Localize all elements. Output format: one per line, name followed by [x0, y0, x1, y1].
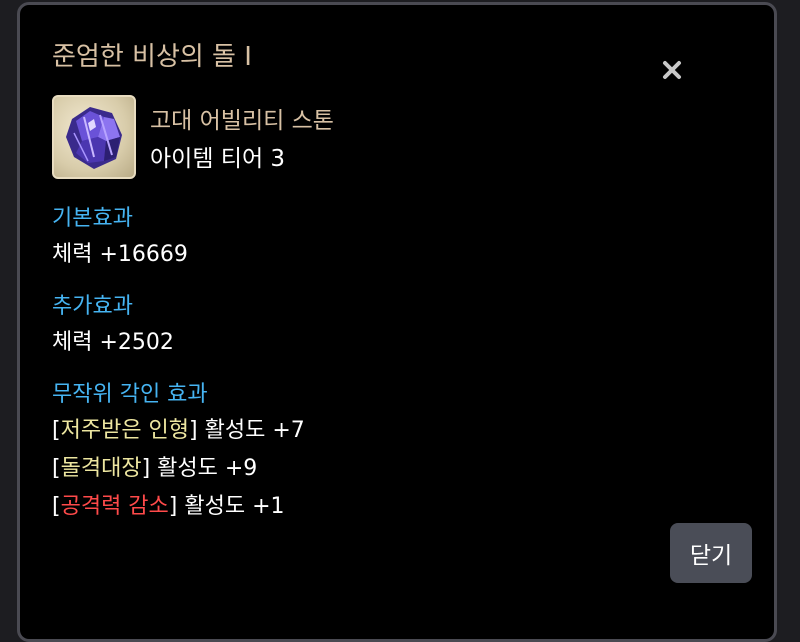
random-engraving-heading: 무작위 각인 효과 [52, 382, 208, 407]
dialog-title: 준엄한 비상의 돌 I [52, 42, 252, 72]
engraving-value: +9 [224, 456, 258, 481]
engraving-value: +7 [272, 418, 305, 443]
close-icon-glyph [663, 61, 681, 79]
close-icon[interactable] [659, 57, 685, 83]
item-tooltip-dialog: 준엄한 비상의 돌 I 고대 어빌리티 스톤 아이템 티어 3 기본효과 체력 … [17, 2, 777, 642]
engraving-name: 돌격대장 [60, 456, 142, 481]
basic-effect-stat: 체력 +16669 [52, 241, 188, 269]
stat-label: 체력 [52, 330, 93, 355]
item-name: 고대 어빌리티 스톤 [150, 108, 334, 134]
basic-effect-heading: 기본효과 [52, 206, 133, 231]
additional-effect-heading: 추가효과 [52, 294, 133, 319]
engraving-value: +1 [252, 494, 285, 519]
stat-value: +2502 [99, 330, 174, 355]
item-tier: 아이템 티어 3 [150, 146, 286, 172]
engraving-row: [저주받은 인형] 활성도 +7 [52, 418, 305, 443]
engraving-row: [돌격대장] 활성도 +9 [52, 456, 258, 481]
stat-value: +16669 [99, 242, 188, 267]
engraving-name: 공격력 감소 [60, 494, 169, 519]
close-button[interactable]: 닫기 [670, 523, 752, 583]
engraving-row: [공격력 감소] 활성도 +1 [52, 494, 285, 519]
activity-label: 활성도 [184, 494, 246, 519]
engraving-name: 저주받은 인형 [60, 418, 190, 443]
additional-effect-stat: 체력 +2502 [52, 329, 174, 357]
activity-label: 활성도 [157, 456, 218, 481]
ability-stone-icon [52, 95, 136, 179]
activity-label: 활성도 [204, 418, 266, 443]
stat-label: 체력 [52, 242, 93, 267]
